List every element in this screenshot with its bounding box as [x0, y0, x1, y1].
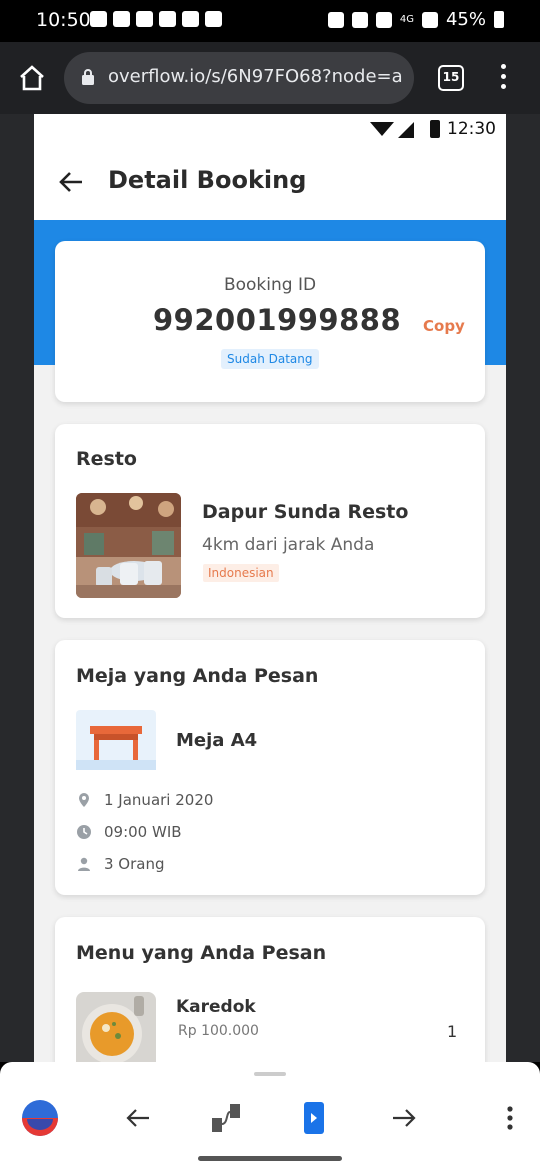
menu-item-image	[76, 992, 156, 1062]
network-type: 4G	[399, 13, 414, 25]
arrow-right-icon	[393, 1109, 416, 1127]
play-prototype-button[interactable]	[292, 1098, 336, 1138]
viewer-bottom-bar	[0, 1062, 540, 1170]
prototype-time: 12:30	[447, 119, 496, 139]
page-title: Detail Booking	[108, 166, 307, 194]
prototype-status-bar: 12:30	[34, 114, 506, 144]
booking-id-label: Booking ID	[223, 275, 317, 295]
battery-icon	[430, 120, 440, 138]
browser-toolbar: overflow.io/s/6N97FO68?node=a1293b 15	[0, 42, 540, 114]
status-badge: Sudah Datang	[221, 349, 319, 369]
more-vert-icon	[507, 1106, 513, 1130]
booking-time: 09:00 WIB	[104, 823, 182, 841]
resto-name: Dapur Sunda Resto	[202, 501, 409, 523]
play-icon	[304, 1102, 324, 1134]
section-title: Menu yang Anda Pesan	[76, 942, 327, 964]
arrow-left-icon	[126, 1109, 149, 1127]
message-icon	[90, 11, 107, 27]
flow-button[interactable]	[204, 1098, 248, 1138]
table-card: Meja yang Anda Pesan Meja A4 1 Januari 2…	[55, 640, 485, 895]
prototype-screen: 12:30 Detail Booking Booking ID 99200199…	[34, 114, 506, 1062]
booking-date: 1 Januari 2020	[104, 791, 214, 809]
drag-handle[interactable]	[254, 1072, 286, 1076]
back-arrow-icon[interactable]	[58, 170, 84, 194]
resto-card[interactable]: Resto Dapur Sunda Resto 4km dari jarak A…	[55, 424, 485, 618]
menu-item-qty: 1	[447, 1022, 458, 1041]
section-title: Resto	[76, 448, 137, 470]
gesture-bar	[198, 1156, 342, 1161]
guest-count: 3 Orang	[104, 855, 165, 873]
url-text[interactable]: overflow.io/s/6N97FO68?node=a1293b	[108, 66, 404, 87]
bluetooth-icon	[351, 11, 368, 28]
battery-percent: 45%	[445, 9, 486, 30]
app-logo-icon	[22, 1100, 58, 1136]
booking-card: Booking ID 992001999888 Copy Sudah Datan…	[55, 241, 485, 402]
image-icon	[205, 11, 222, 27]
menu-item-name: Karedok	[176, 997, 256, 1017]
person-icon	[78, 857, 90, 871]
wifi-icon	[370, 122, 394, 136]
system-status-bar: 10:50 4G 45%	[0, 0, 540, 42]
location-pin-icon	[79, 793, 89, 807]
menu-item-price: Rp 100.000	[178, 1023, 259, 1039]
home-icon[interactable]	[18, 64, 46, 92]
browser-menu-icon[interactable]	[498, 64, 508, 92]
youtube-icon	[113, 11, 130, 27]
lock-icon	[82, 69, 94, 85]
mute-icon	[375, 11, 392, 28]
app-logo-button[interactable]	[18, 1098, 62, 1138]
booking-id-value: 992001999888	[153, 303, 402, 337]
signal-icon	[398, 122, 414, 138]
cuisine-tag: Indonesian	[203, 564, 279, 582]
guests-row: 3 Orang	[76, 855, 165, 873]
status-time: 10:50	[36, 9, 91, 31]
next-screen-button[interactable]	[382, 1098, 426, 1138]
address-bar[interactable]: overflow.io/s/6N97FO68?node=a1293b	[64, 52, 414, 104]
table-name: Meja A4	[176, 730, 258, 751]
date-row: 1 Januari 2020	[76, 791, 213, 809]
table-image	[76, 710, 156, 770]
time-row: 09:00 WIB	[76, 823, 182, 841]
status-right: 4G 45%	[327, 9, 504, 30]
previous-screen-button[interactable]	[116, 1098, 160, 1138]
section-title: Meja yang Anda Pesan	[76, 665, 319, 687]
instagram-icon	[136, 11, 153, 27]
battery-icon	[494, 11, 504, 28]
resto-image	[76, 493, 181, 598]
flow-icon	[212, 1104, 240, 1132]
copy-button[interactable]: Copy	[423, 317, 465, 335]
resto-distance: 4km dari jarak Anda	[202, 535, 375, 555]
clock-icon	[77, 825, 91, 839]
instagram-icon	[159, 11, 176, 27]
menu-card: Menu yang Anda Pesan Karedok Rp 100.000 …	[55, 917, 485, 1062]
alarm-icon	[327, 11, 344, 28]
app-header: Detail Booking	[34, 144, 506, 220]
more-options-button[interactable]	[488, 1098, 532, 1138]
signal-icon	[421, 11, 438, 28]
tab-switcher-button[interactable]: 15	[438, 65, 464, 91]
notification-icons	[90, 11, 222, 27]
twitter-icon	[182, 11, 199, 27]
